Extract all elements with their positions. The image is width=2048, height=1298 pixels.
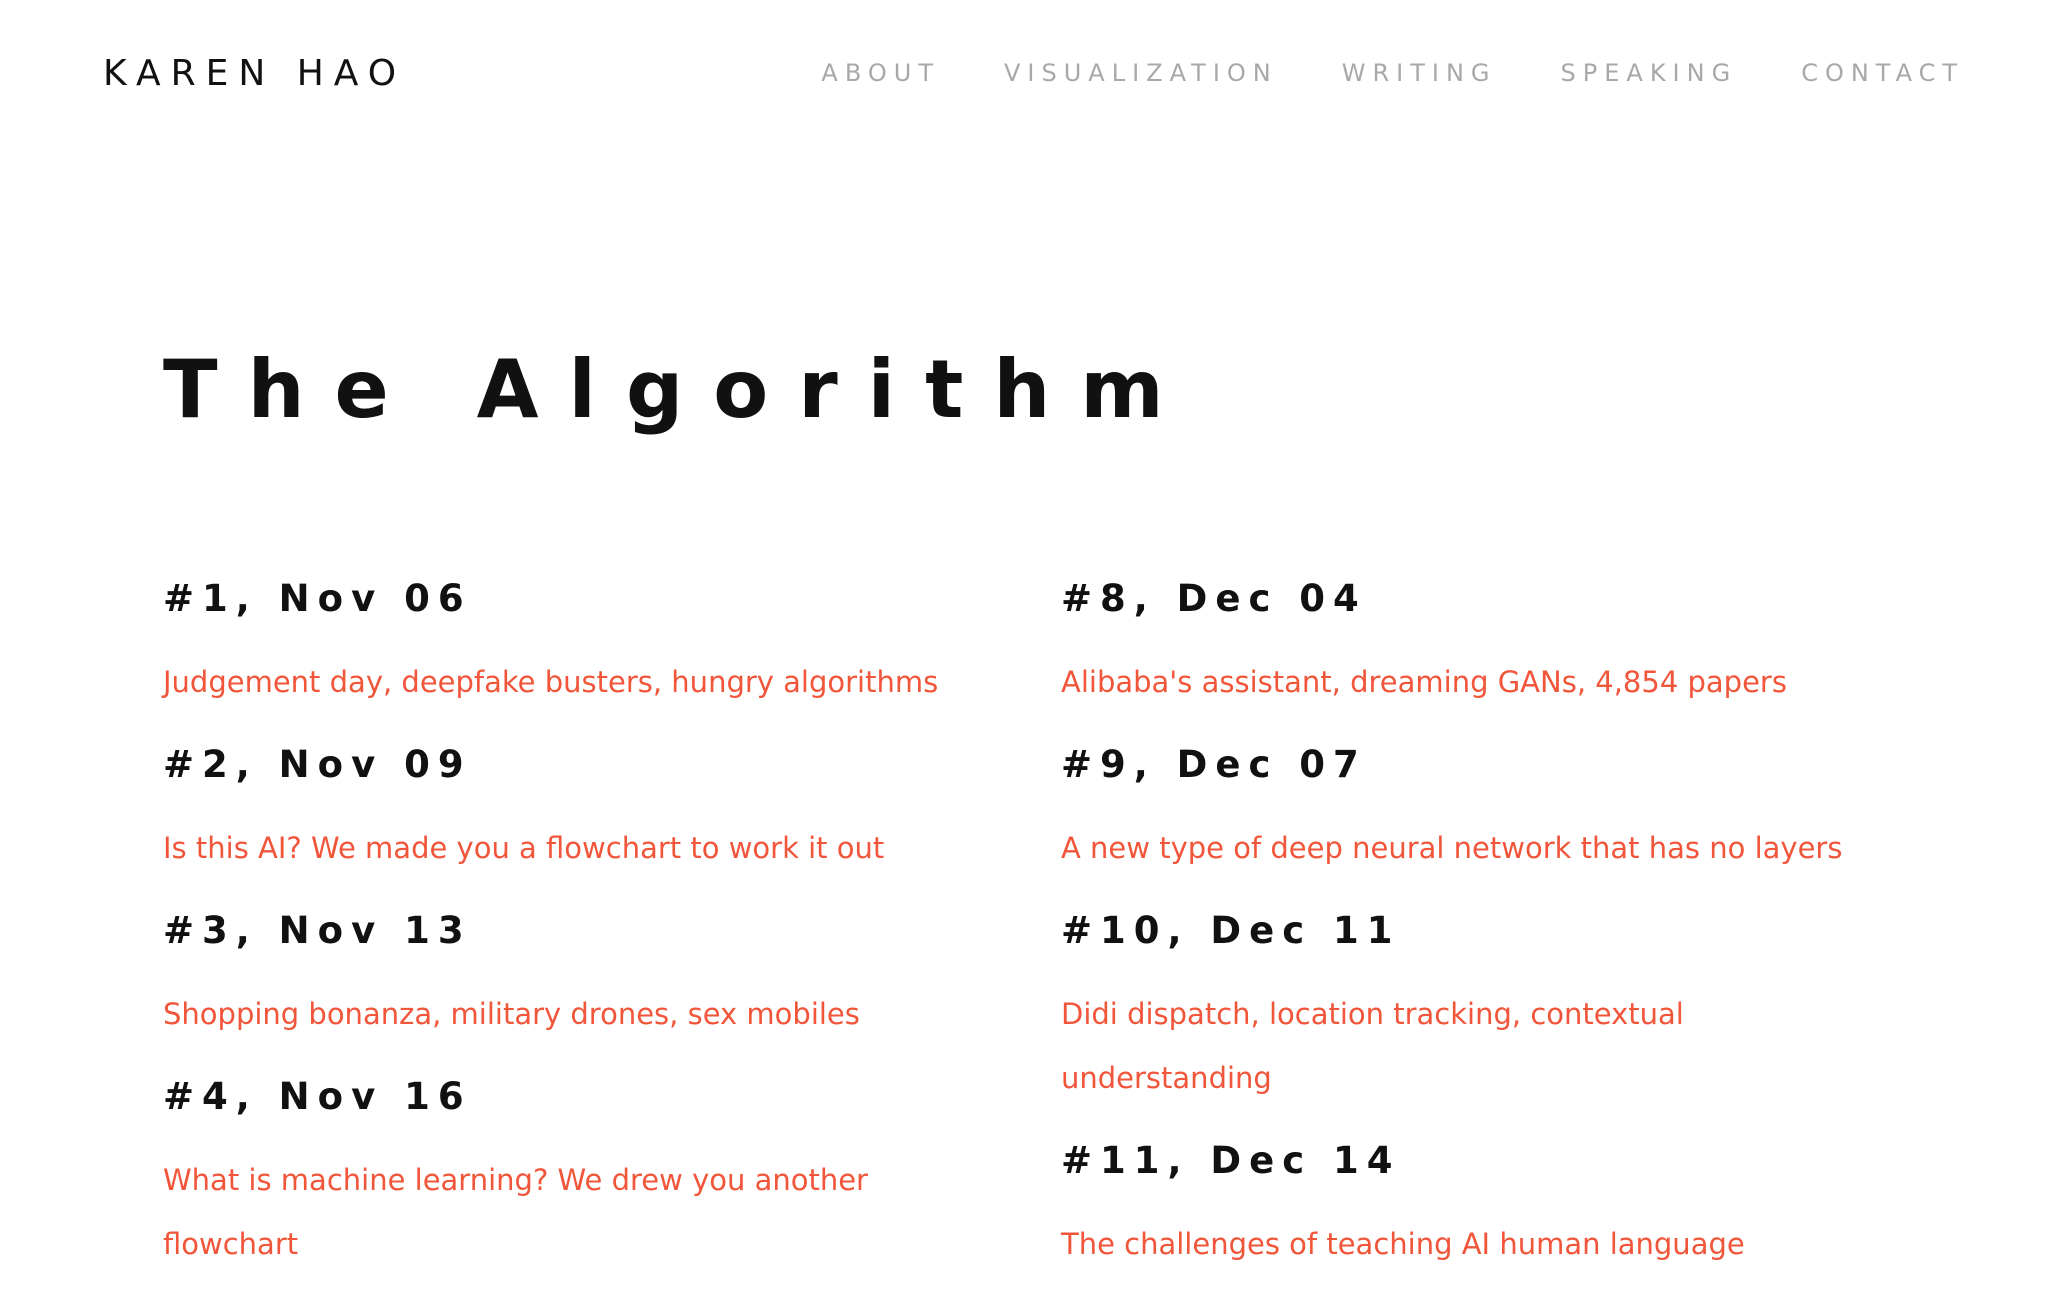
issue-heading: #10, Dec 11 (1061, 909, 1401, 952)
nav-link-about[interactable]: ABOUT (821, 58, 940, 88)
issue-heading: #11, Dec 14 (1061, 1139, 1401, 1182)
issue-link[interactable]: A new type of deep neural network that h… (1061, 816, 1901, 880)
issue-item: #3, Nov 13 Shopping bonanza, military dr… (163, 902, 983, 1046)
nav-link-visualization[interactable]: VISUALIZATION (1004, 58, 1278, 88)
issue-link[interactable]: Judgement day, deepfake busters, hungry … (163, 650, 983, 714)
issue-heading: #2, Nov 09 (163, 743, 472, 786)
issue-item: #2, Nov 09 Is this AI? We made you a flo… (163, 736, 983, 880)
main-nav: ABOUT VISUALIZATION WRITING SPEAKING CON… (821, 58, 1964, 88)
issue-item: #4, Nov 16 What is machine learning? We … (163, 1068, 983, 1276)
issue-heading: #1, Nov 06 (163, 577, 472, 620)
issue-list-right: #8, Dec 04 Alibaba's assistant, dreaming… (1061, 570, 1901, 1298)
issue-link[interactable]: Didi dispatch, location tracking, contex… (1061, 982, 1901, 1110)
issue-link[interactable]: Alibaba's assistant, dreaming GANs, 4,85… (1061, 650, 1901, 714)
nav-link-writing[interactable]: WRITING (1342, 58, 1497, 88)
issue-item: #11, Dec 14 The challenges of teaching A… (1061, 1132, 1901, 1276)
issue-link[interactable]: Shopping bonanza, military drones, sex m… (163, 982, 983, 1046)
nav-link-contact[interactable]: CONTACT (1801, 58, 1964, 88)
issue-link[interactable]: The challenges of teaching AI human lang… (1061, 1212, 1901, 1276)
issue-item: #8, Dec 04 Alibaba's assistant, dreaming… (1061, 570, 1901, 714)
issue-heading: #8, Dec 04 (1061, 577, 1367, 620)
page-title: The Algorithm (163, 343, 1194, 436)
issue-list-left: #1, Nov 06 Judgement day, deepfake buste… (163, 570, 983, 1298)
issue-heading: #9, Dec 07 (1061, 743, 1367, 786)
issue-link[interactable]: Is this AI? We made you a flowchart to w… (163, 816, 983, 880)
issue-item: #10, Dec 11 Didi dispatch, location trac… (1061, 902, 1901, 1110)
issue-heading: #3, Nov 13 (163, 909, 472, 952)
site-header: KAREN HAO ABOUT VISUALIZATION WRITING SP… (0, 0, 2048, 150)
issue-item: #9, Dec 07 A new type of deep neural net… (1061, 736, 1901, 880)
issue-heading: #4, Nov 16 (163, 1075, 472, 1118)
nav-link-speaking[interactable]: SPEAKING (1561, 58, 1738, 88)
site-title-link[interactable]: KAREN HAO (103, 50, 406, 98)
issue-item: #1, Nov 06 Judgement day, deepfake buste… (163, 570, 983, 714)
issue-link[interactable]: What is machine learning? We drew you an… (163, 1148, 983, 1276)
